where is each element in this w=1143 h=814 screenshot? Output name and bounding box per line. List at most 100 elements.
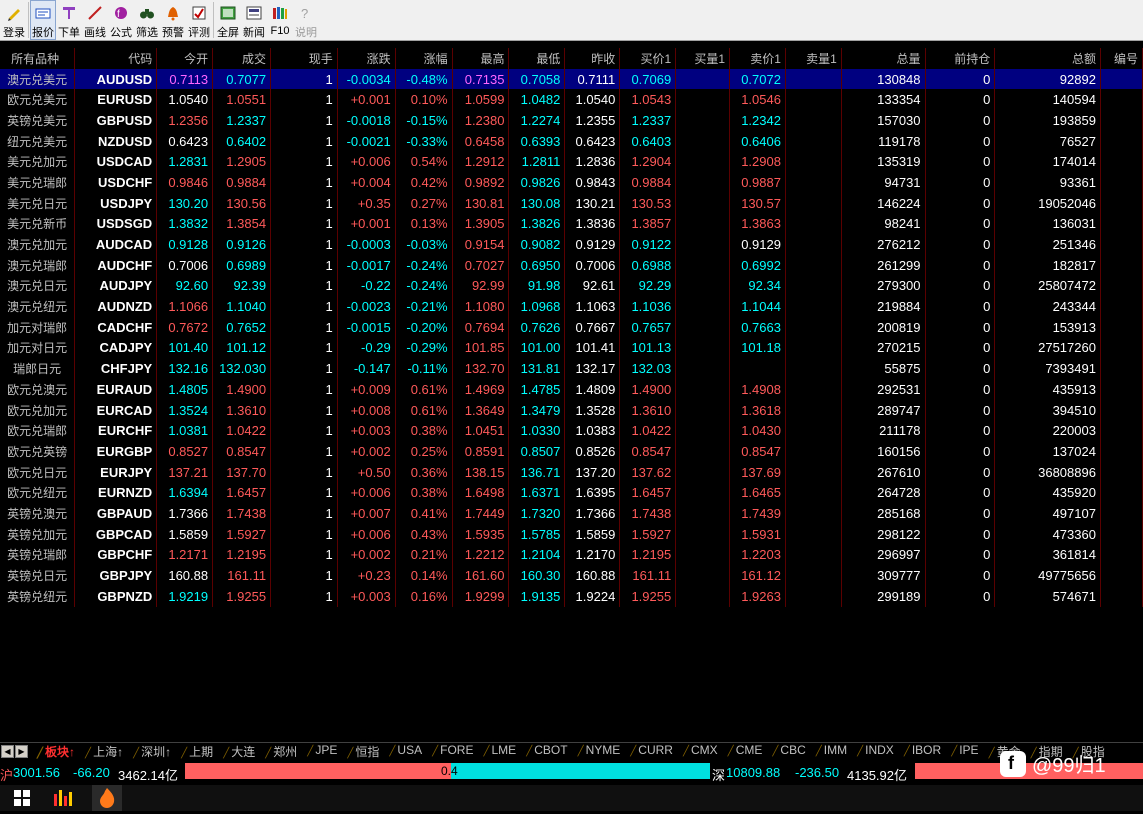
table-row[interactable]: 英镑兑加元 GBPCAD 1.5859 1.5927 1 +0.006 0.43% 1.593… [0,523,1143,545]
toolbar-button-8[interactable]: 全屏 [215,0,241,40]
table-row[interactable]: 澳元兑美元 AUDUSD 0.7113 0.7077 1 -0.0034 -0.48% 0.7… [0,68,1143,90]
table-row[interactable]: 英镑兑纽元 GBPNZD 1.9219 1.9255 1 +0.003 0.16% 1.929… [0,585,1143,607]
tab-9[interactable]: FORE [426,743,477,760]
tab-2[interactable]: 深圳↑ [127,743,175,760]
cell-amount: 361814 [994,544,1101,566]
column-header[interactable]: 昨收 [564,48,621,69]
column-header[interactable]: 前持仓 [925,48,996,69]
tab-12[interactable]: NYME [572,743,625,760]
table-row[interactable]: 英镑兑澳元 GBPAUD 1.7366 1.7438 1 +0.007 0.41% 1.744… [0,503,1143,524]
table-row[interactable]: 欧元兑日元 EURJPY 137.21 137.70 1 +0.50 0.36% 138.15… [0,461,1143,483]
table-row[interactable]: 美元兑新币 USDSGD 1.3832 1.3854 1 +0.001 0.13% 1.390… [0,213,1143,235]
column-header[interactable]: 涨幅 [395,48,453,69]
tab-17[interactable]: IMM [810,743,851,760]
tab-scroll-right-button[interactable]: ▶ [15,744,28,758]
toolbar-button-6[interactable]: 预警 [160,0,186,40]
cell-total: 146224 [841,192,926,214]
tab-6[interactable]: JPE [301,743,341,760]
cell-low: 0.6393 [508,130,566,152]
windows-start-icon[interactable] [14,790,30,806]
trading-app-taskbar-icon[interactable] [52,788,74,808]
table-row[interactable]: 美元兑瑞郎 USDCHF 0.9846 0.9884 1 +0.004 0.42% 0.989… [0,172,1143,193]
table-row[interactable]: 英镑兑日元 GBPJPY 160.88 161.11 1 +0.23 0.14% 161.60… [0,565,1143,586]
table-row[interactable]: 英镑兑瑞郎 GBPCHF 1.2171 1.2195 1 +0.002 0.21% 1.221… [0,544,1143,566]
column-header[interactable]: 成交 [212,48,272,69]
tab-19[interactable]: IBOR [898,743,945,760]
tab-13[interactable]: CURR [624,743,677,760]
table-row[interactable]: 加元对瑞郎 CADCHF 0.7672 0.7652 1 -0.0015 -0.20% 0.7… [0,316,1143,338]
cell-high: 1.9299 [452,585,510,607]
column-header[interactable]: 代码 [74,48,158,69]
column-header[interactable]: 总量 [841,48,926,69]
tab-1[interactable]: 上海↑ [79,743,127,760]
toolbar-button-9[interactable]: 新闻 [241,0,267,40]
browser-taskbar-icon[interactable] [92,785,122,811]
cell-low: 136.71 [508,461,566,483]
tab-scroll-left-button[interactable]: ◀ [1,744,14,758]
tab-18[interactable]: INDX [851,743,898,760]
tab-3[interactable]: 上期 [175,743,217,760]
toolbar-button-0[interactable]: 登录 [1,0,27,40]
toolbar-button-7[interactable]: 评测 [186,0,212,40]
table-row[interactable]: 澳元兑瑞郎 AUDCHF 0.7006 0.6989 1 -0.0017 -0.24% 0.7… [0,254,1143,276]
tab-20[interactable]: IPE [945,743,982,760]
evaluate-icon [190,4,208,21]
table-row[interactable]: 美元兑日元 USDJPY 130.20 130.56 1 +0.35 0.27% 130.81… [0,192,1143,214]
cell-total: 264728 [841,482,926,504]
table-row[interactable]: 澳元兑日元 AUDJPY 92.60 92.39 1 -0.22 -0.24% 92.99 91… [0,275,1143,297]
table-row[interactable]: 澳元兑纽元 AUDNZD 1.1066 1.1040 1 -0.0023 -0.21% 1.1… [0,296,1143,317]
table-row[interactable]: 欧元兑澳元 EURAUD 1.4805 1.4900 1 +0.009 0.61% 1.496… [0,379,1143,400]
column-header[interactable]: 总额 [994,48,1101,69]
table-row[interactable]: 欧元兑瑞郎 EURCHF 1.0381 1.0422 1 +0.003 0.38% 1.045… [0,420,1143,442]
tab-5[interactable]: 郑州 [259,743,301,760]
cell-bid: 0.7657 [619,316,677,338]
toolbar-button-10[interactable]: F10 [267,0,293,40]
tab-15[interactable]: CME [722,743,767,760]
tab-14[interactable]: CMX [677,743,722,760]
column-header[interactable]: 最低 [508,48,566,69]
cell-vol: 1 [270,523,338,545]
cell-code: GBPCAD [74,523,158,545]
column-header[interactable]: 今开 [156,48,214,69]
column-header[interactable]: 涨跌 [337,48,396,69]
tab-4[interactable]: 大连 [217,743,259,760]
cell-high: 0.9154 [452,234,510,255]
table-row[interactable]: 瑞郎日元 CHFJPY 132.16 132.030 1 -0.147 -0.11% 132.… [0,358,1143,379]
table-row[interactable]: 欧元兑纽元 EURNZD 1.6394 1.6457 1 +0.006 0.38% 1.649… [0,482,1143,504]
tab-0[interactable]: 板块↑ [31,743,79,760]
cell-vol: 1 [270,379,338,400]
table-row[interactable]: 澳元兑加元 AUDCAD 0.9128 0.9126 1 -0.0003 -0.03% 0.9… [0,234,1143,255]
table-row[interactable]: 欧元兑美元 EURUSD 1.0540 1.0551 1 +0.001 0.10% 1.059… [0,89,1143,111]
toolbar-button-4[interactable]: f 公式 [108,0,134,40]
cell-code: USDCHF [74,172,158,193]
table-row[interactable]: 加元对日元 CADJPY 101.40 101.12 1 -0.29 -0.29% 101.8… [0,337,1143,359]
cell-low: 1.4785 [508,379,566,400]
tab-8[interactable]: USA [383,743,426,760]
table-row[interactable]: 美元兑加元 USDCAD 1.2831 1.2905 1 +0.006 0.54% 1.291… [0,151,1143,173]
table-row[interactable]: 欧元兑加元 EURCAD 1.3524 1.3610 1 +0.008 0.61% 1.364… [0,399,1143,421]
column-header[interactable]: 卖量1 [785,48,842,69]
toolbar-button-1[interactable]: 报价 [30,0,56,40]
table-row[interactable]: 英镑兑美元 GBPUSD 1.2356 1.2337 1 -0.0018 -0.15% 1.2… [0,110,1143,131]
table-row[interactable]: 纽元兑美元 NZDUSD 0.6423 0.6402 1 -0.0021 -0.33% 0.6… [0,130,1143,152]
toolbar-button-label: 预警 [162,27,184,39]
tab-11[interactable]: CBOT [520,743,571,760]
column-header[interactable]: 买价1 [619,48,677,69]
column-header[interactable]: 现手 [270,48,338,69]
column-header[interactable]: 最高 [452,48,510,69]
column-header[interactable]: 编号 [1100,48,1143,69]
toolbar-button-2[interactable]: 下单 [56,0,82,40]
column-header[interactable]: 卖价1 [729,48,786,69]
tab-10[interactable]: LME [477,743,520,760]
tab-7[interactable]: 恒指 [341,743,383,760]
cell-no [1100,544,1143,566]
cell-bid: 1.0422 [619,420,677,442]
column-header[interactable]: 所有品种 [0,48,76,69]
toolbar-button-5[interactable]: 筛选 [134,0,160,40]
tab-16[interactable]: CBC [766,743,809,760]
toolbar-button-3[interactable]: 画线 [82,0,108,40]
column-header[interactable]: 买量1 [675,48,731,69]
app-logo-icon: f [1000,750,1026,777]
cell-askv [785,337,842,359]
table-row[interactable]: 欧元兑英镑 EURGBP 0.8527 0.8547 1 +0.002 0.25% 0.859… [0,441,1143,462]
